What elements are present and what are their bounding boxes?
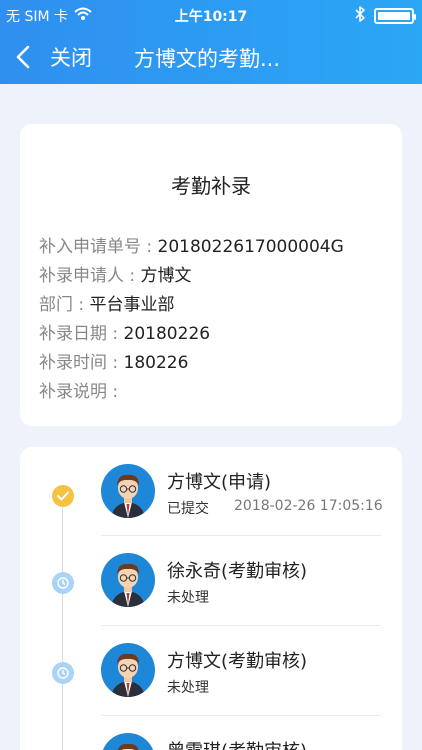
- divider: [101, 715, 381, 716]
- field-notes: 补录说明 :: [39, 382, 119, 402]
- avatar: [101, 464, 155, 518]
- avatar: [101, 733, 155, 750]
- field-applicant: 补录申请人 : 方博文: [39, 266, 192, 286]
- divider: [101, 535, 381, 536]
- battery-icon: [374, 8, 416, 24]
- field-time: 补录时间 : 180226: [39, 353, 189, 373]
- timestamp: 2018-02-26 17:05:16: [234, 498, 383, 514]
- person-name: 方博文(申请): [167, 472, 272, 493]
- list-item[interactable]: 曾雪琪(考勤审核): [0, 717, 422, 750]
- form-fields: 补入申请单号 : 2018022617000004G 补录申请人 : 方博文 部…: [39, 233, 344, 407]
- field-department: 部门 : 平台事业部: [39, 295, 175, 315]
- status-right: [354, 6, 416, 26]
- clock-icon: [52, 662, 74, 684]
- clock-icon: [52, 572, 74, 594]
- person-name: 方博文(考勤审核): [167, 651, 308, 672]
- page-title: 方博文的考勤...: [134, 47, 281, 71]
- status-text: 未处理: [167, 680, 209, 696]
- chevron-left-icon: [12, 41, 34, 73]
- status-text: 未处理: [167, 590, 209, 606]
- field-date: 补录日期 : 20180226: [39, 324, 211, 344]
- close-label: 关闭: [50, 46, 92, 70]
- list-item[interactable]: 徐永奇(考勤审核) 未处理: [0, 537, 422, 627]
- check-icon: [52, 485, 74, 507]
- status-bar: 无 SIM 卡 上午10:17: [0, 0, 422, 30]
- avatar: [101, 553, 155, 607]
- status-text: 已提交: [167, 501, 209, 517]
- person-name: 徐永奇(考勤审核): [167, 561, 308, 582]
- field-request-no: 补入申请单号 : 2018022617000004G: [39, 237, 344, 257]
- close-button[interactable]: 关闭: [12, 41, 92, 73]
- person-name: 曾雪琪(考勤审核): [167, 737, 307, 750]
- list-item[interactable]: 方博文(考勤审核) 未处理: [0, 627, 422, 717]
- bluetooth-icon: [354, 6, 366, 26]
- form-title: 考勤补录: [171, 174, 251, 198]
- list-item[interactable]: 方博文(申请) 已提交 2018-02-26 17:05:16: [0, 448, 422, 538]
- avatar: [101, 643, 155, 697]
- nav-bar: 关闭 方博文的考勤...: [0, 30, 422, 84]
- divider: [101, 625, 381, 626]
